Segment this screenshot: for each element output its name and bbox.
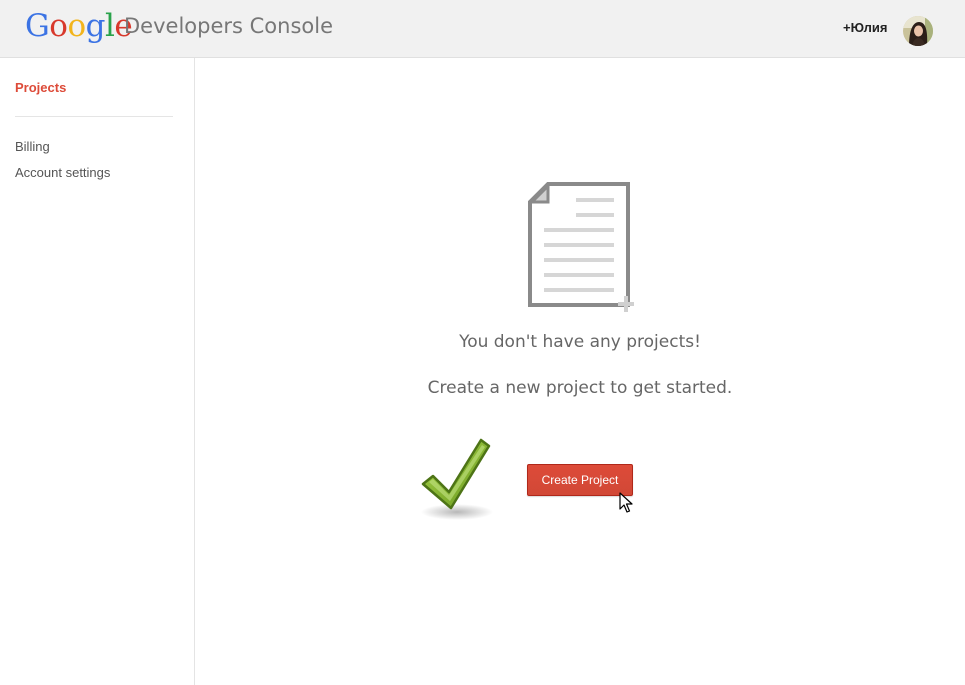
document-add-icon — [528, 182, 638, 322]
sidebar-item-projects[interactable]: Projects — [15, 80, 66, 96]
empty-state-subtitle: Create a new project to get started. — [427, 378, 733, 398]
empty-state-title: You don't have any projects! — [459, 332, 701, 352]
user-avatar-icon[interactable] — [903, 16, 933, 46]
sidebar-divider — [15, 116, 173, 117]
mouse-pointer-icon — [619, 492, 633, 519]
product-name: Developers Console — [124, 14, 333, 38]
main-content: You don't have any projects! Create a ne… — [195, 58, 965, 685]
sidebar-item-account-settings[interactable]: Account settings — [15, 165, 110, 181]
sidebar-nav: Projects Billing Account settings — [0, 58, 195, 685]
green-checkmark-icon — [419, 438, 499, 527]
top-header: Google Developers Console +Юлия — [0, 0, 965, 58]
google-logo[interactable]: Google — [25, 6, 133, 46]
user-profile-link[interactable]: +Юлия — [843, 19, 888, 37]
create-project-button[interactable]: Create Project — [527, 464, 633, 496]
sidebar-item-billing[interactable]: Billing — [15, 139, 50, 155]
